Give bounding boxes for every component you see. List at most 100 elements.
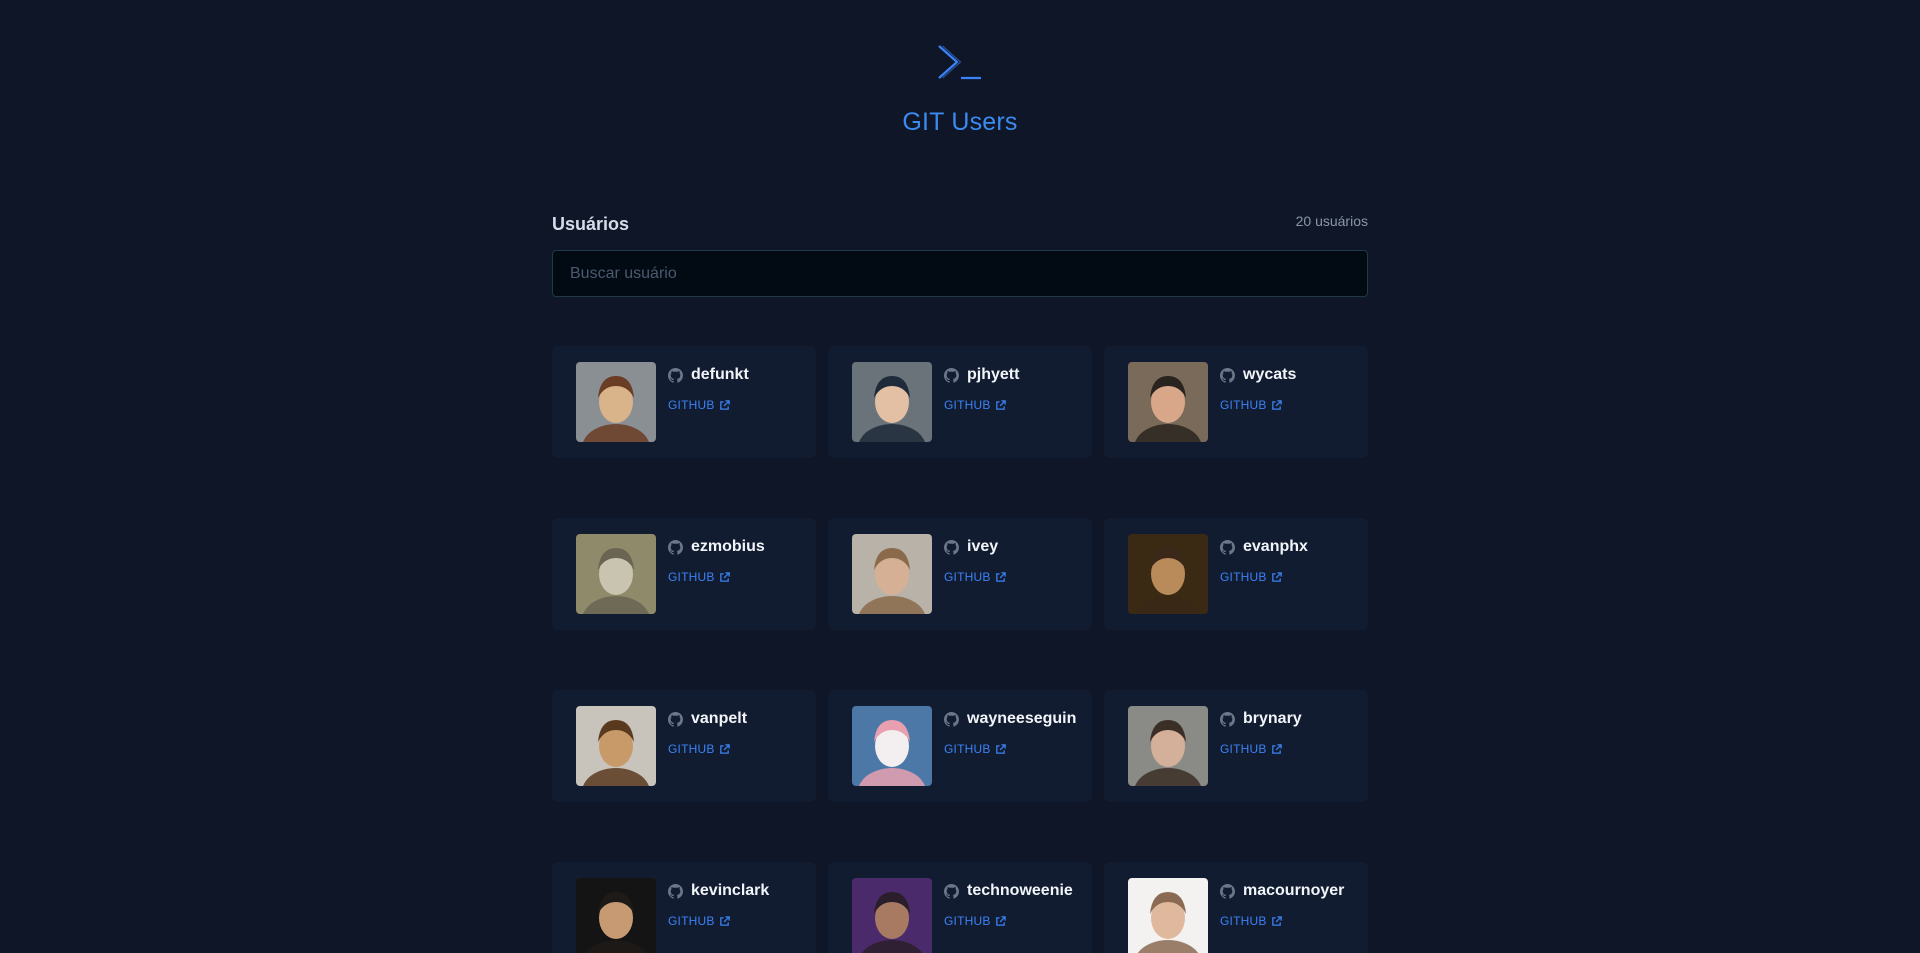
user-card: evanphx GITHUB — [1104, 518, 1368, 630]
search-user-input[interactable] — [552, 250, 1368, 297]
github-icon — [668, 711, 683, 727]
user-card: brynary GITHUB — [1104, 690, 1368, 802]
external-link-icon — [995, 743, 1006, 754]
github-icon — [668, 883, 683, 899]
github-profile-link[interactable]: GITHUB — [944, 914, 1006, 928]
user-card: wayneeseguin GITHUB — [828, 690, 1092, 802]
user-name-line: defunkt — [668, 364, 749, 386]
external-link-icon — [995, 399, 1006, 410]
github-icon — [1220, 539, 1235, 555]
external-link-icon — [995, 915, 1006, 926]
username: brynary — [1243, 710, 1302, 727]
user-card: ivey GITHUB — [828, 518, 1092, 630]
external-link-icon — [719, 915, 730, 926]
user-name-line: brynary — [1220, 708, 1302, 730]
user-name-line: technoweenie — [944, 880, 1073, 902]
user-name-line: evanphx — [1220, 536, 1308, 558]
github-icon — [944, 539, 959, 555]
user-card: pjhyett GITHUB — [828, 346, 1092, 458]
username: wayneeseguin — [967, 710, 1077, 727]
external-link-icon — [719, 743, 730, 754]
github-link-label: GITHUB — [668, 570, 715, 584]
github-profile-link[interactable]: GITHUB — [668, 398, 730, 412]
user-card: macournoyer GITHUB — [1104, 862, 1368, 953]
app-title: GIT Users — [902, 108, 1018, 136]
user-name-line: wayneeseguin — [944, 708, 1076, 730]
external-link-icon — [1271, 743, 1282, 754]
username: defunkt — [691, 366, 749, 383]
github-icon — [944, 883, 959, 899]
user-avatar — [1128, 706, 1208, 786]
user-avatar — [576, 362, 656, 442]
github-profile-link[interactable]: GITHUB — [1220, 742, 1282, 756]
user-avatar — [852, 878, 932, 953]
user-avatar — [1128, 878, 1208, 953]
user-card: kevinclark GITHUB — [552, 862, 816, 953]
github-icon — [1220, 367, 1235, 383]
username: technoweenie — [967, 882, 1073, 899]
user-avatar — [576, 878, 656, 953]
username: kevinclark — [691, 882, 770, 899]
user-avatar — [1128, 362, 1208, 442]
user-count: 20 usuários — [1295, 213, 1368, 229]
user-name-line: ivey — [944, 536, 998, 558]
github-icon — [668, 367, 683, 383]
users-section-title: Usuários — [552, 214, 630, 234]
user-name-line: vanpelt — [668, 708, 747, 730]
user-card: defunkt GITHUB — [552, 346, 816, 458]
github-icon — [944, 711, 959, 727]
logo — [0, 42, 1920, 89]
users-section: Usuários 20 usuários defunktGITHUBpjhyet… — [552, 210, 1368, 953]
page: GIT Users Usuários 20 usuários defunkt GI… — [0, 0, 1920, 953]
user-name-line: macournoyer — [1220, 880, 1344, 902]
username: pjhyett — [967, 366, 1020, 383]
github-link-label: GITHUB — [944, 914, 991, 928]
username: evanphx — [1243, 538, 1308, 555]
user-avatar — [576, 534, 656, 614]
user-avatar — [852, 362, 932, 442]
github-profile-link[interactable]: GITHUB — [1220, 398, 1282, 412]
github-link-label: GITHUB — [1220, 914, 1267, 928]
username: ivey — [967, 538, 999, 555]
user-card: technoweenie GITHUB — [828, 862, 1092, 953]
external-link-icon — [1271, 399, 1282, 410]
username: vanpelt — [691, 710, 748, 727]
user-name-line: wycats — [1220, 364, 1296, 386]
github-link-label: GITHUB — [1220, 742, 1267, 756]
user-card: ezmobius GITHUB — [552, 518, 816, 630]
github-link-label: GITHUB — [668, 398, 715, 412]
user-card: vanpelt GITHUB — [552, 690, 816, 802]
external-link-icon — [1271, 915, 1282, 926]
user-avatar — [576, 706, 656, 786]
username: wycats — [1243, 366, 1297, 383]
github-profile-link[interactable]: GITHUB — [668, 742, 730, 756]
user-name-line: ezmobius — [668, 536, 765, 558]
users-section-header: Usuários 20 usuários — [552, 210, 1368, 250]
user-avatar — [852, 706, 932, 786]
github-link-label: GITHUB — [944, 742, 991, 756]
external-link-icon — [719, 571, 730, 582]
github-profile-link[interactable]: GITHUB — [944, 398, 1006, 412]
user-name-line: kevinclark — [668, 880, 769, 902]
external-link-icon — [995, 571, 1006, 582]
github-profile-link[interactable]: GITHUB — [944, 570, 1006, 584]
github-profile-link[interactable]: GITHUB — [1220, 914, 1282, 928]
user-name-line: pjhyett — [944, 364, 1019, 386]
github-icon — [1220, 883, 1235, 899]
github-icon — [1220, 711, 1235, 727]
external-link-icon — [719, 399, 730, 410]
github-link-label: GITHUB — [1220, 570, 1267, 584]
github-profile-link[interactable]: GITHUB — [944, 742, 1006, 756]
terminal-prompt-icon — [938, 45, 981, 80]
username: ezmobius — [691, 538, 765, 555]
user-avatar — [852, 534, 932, 614]
github-icon — [944, 367, 959, 383]
github-profile-link[interactable]: GITHUB — [668, 914, 730, 928]
github-link-label: GITHUB — [944, 570, 991, 584]
github-profile-link[interactable]: GITHUB — [668, 570, 730, 584]
github-link-label: GITHUB — [668, 914, 715, 928]
github-profile-link[interactable]: GITHUB — [1220, 570, 1282, 584]
user-avatar — [1128, 534, 1208, 614]
github-icon — [668, 539, 683, 555]
username: macournoyer — [1243, 882, 1345, 899]
